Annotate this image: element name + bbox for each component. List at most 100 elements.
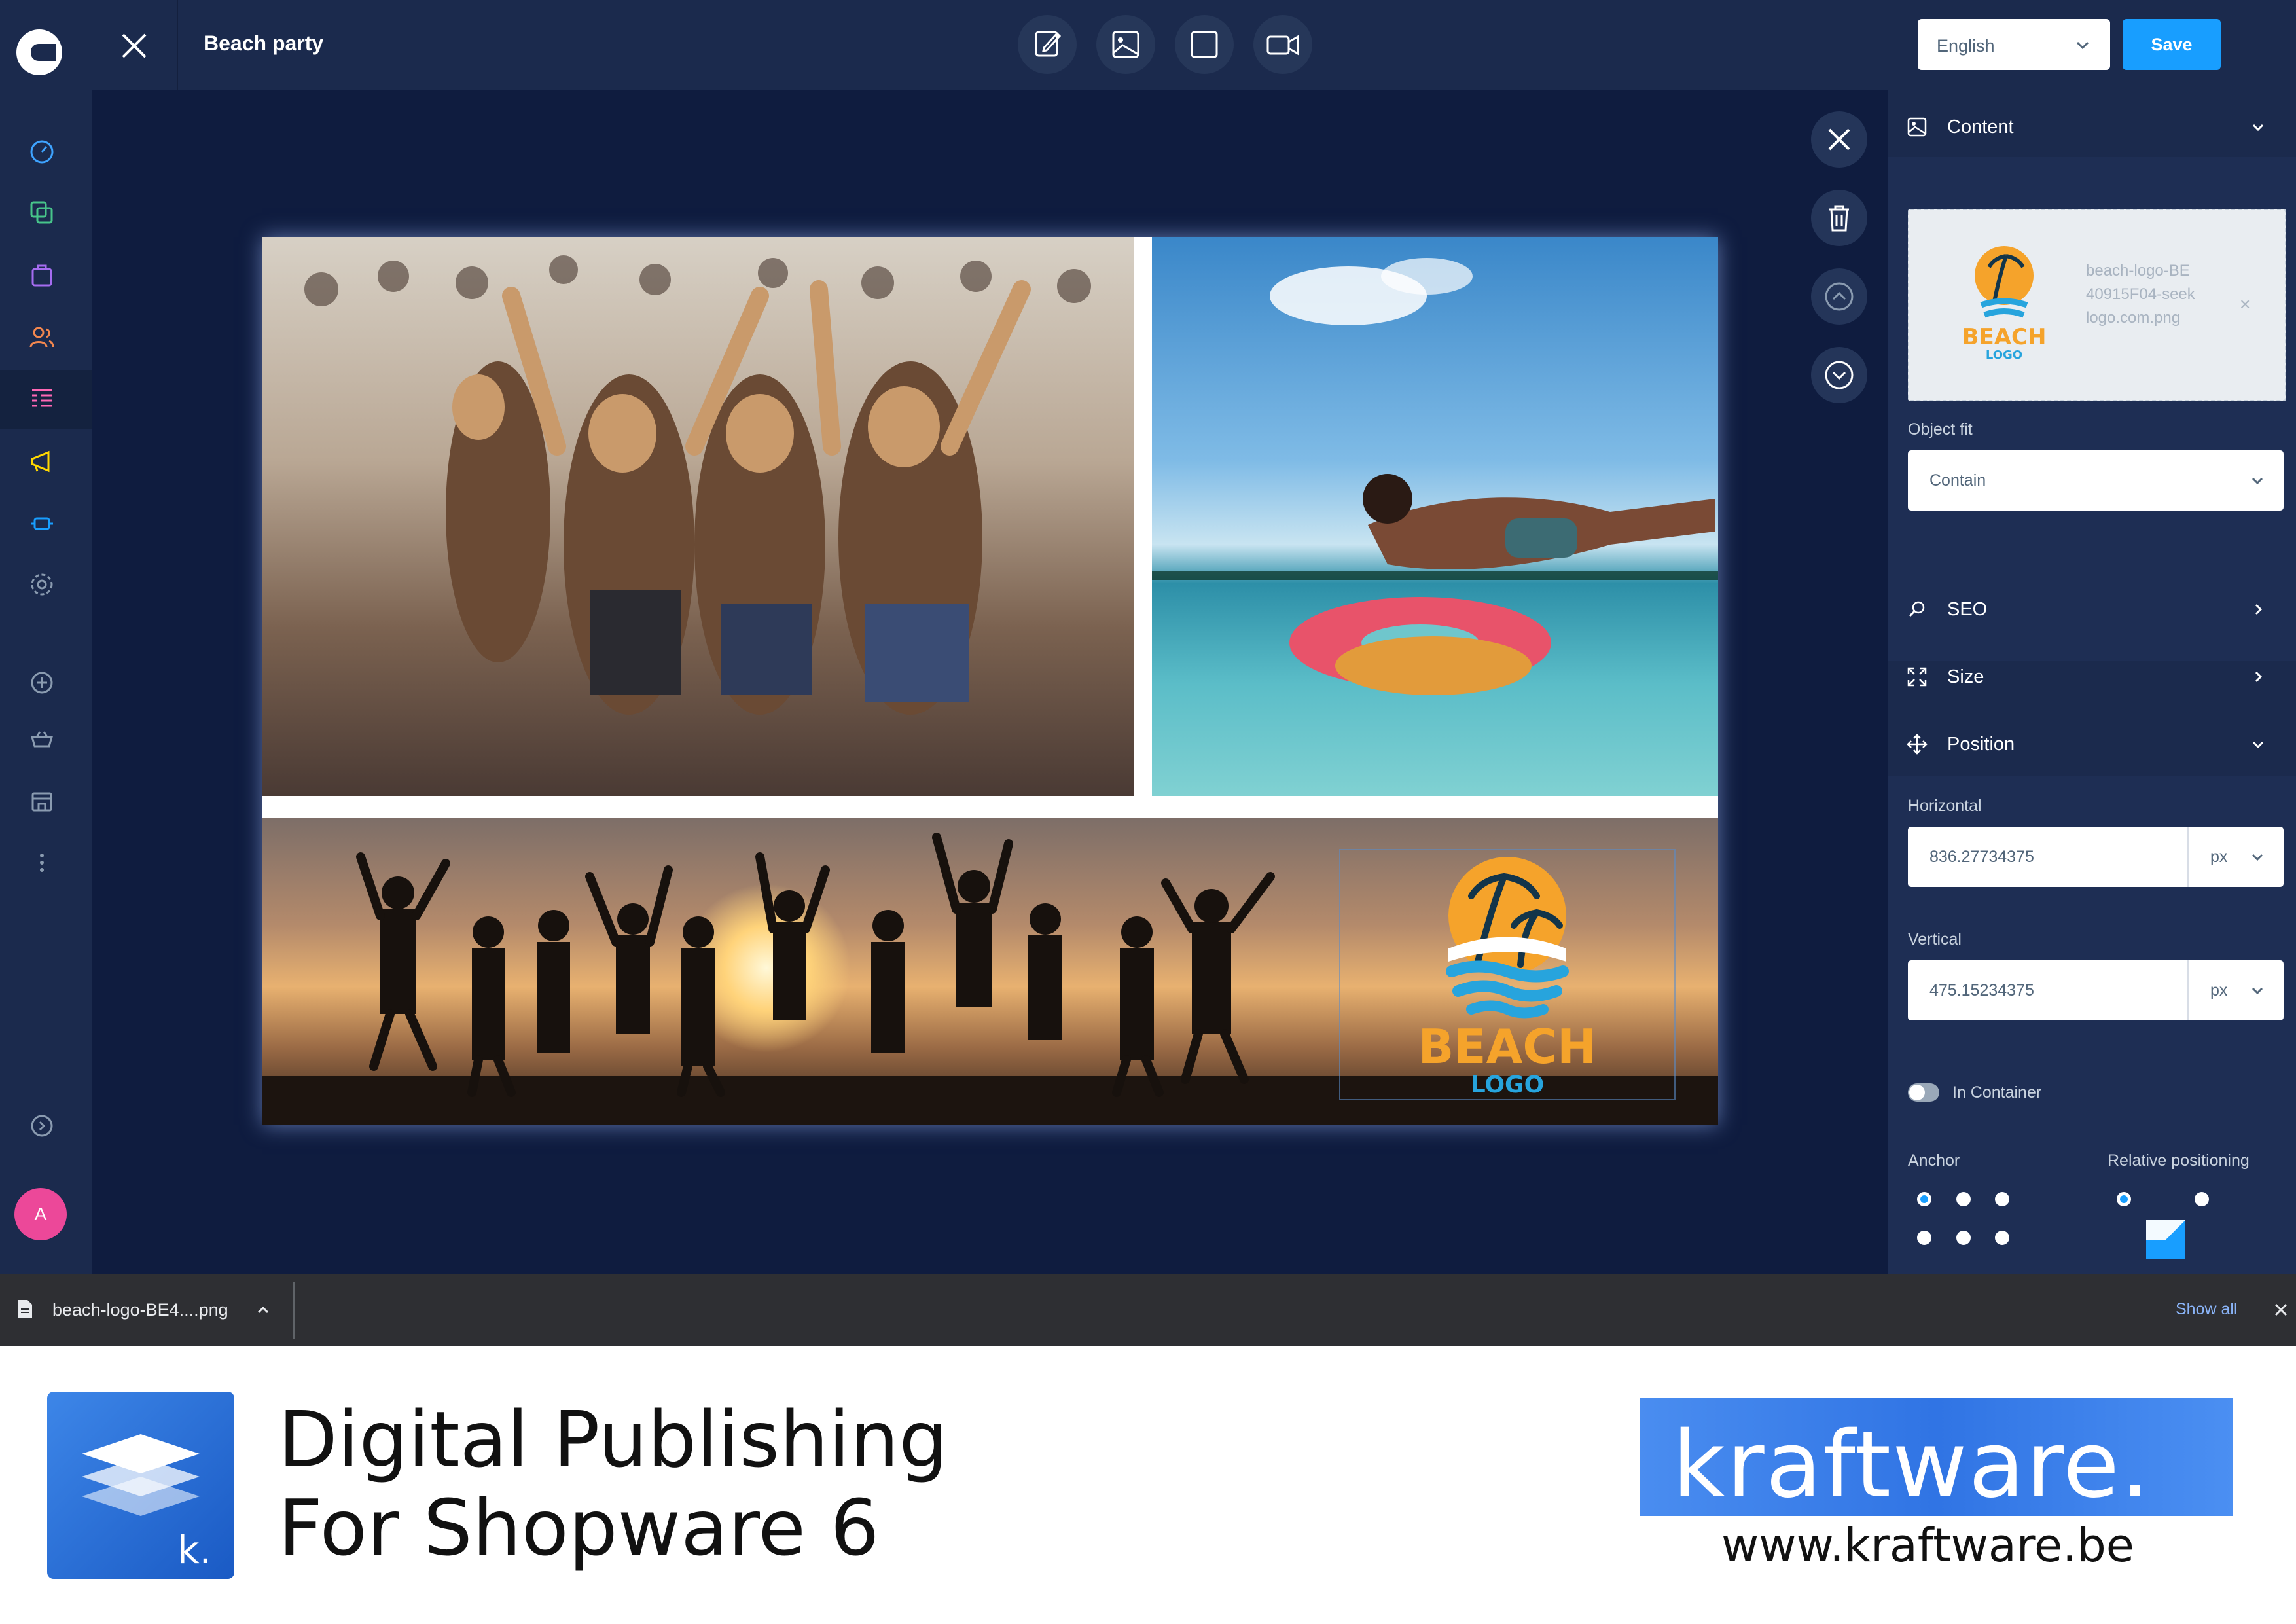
relative-position-preview — [2146, 1220, 2185, 1259]
design-canvas[interactable]: BEACH LOGO — [262, 237, 1718, 1125]
object-fit-select[interactable]: Contain — [1908, 450, 2284, 511]
image-icon — [1907, 117, 1927, 137]
content-section-header[interactable]: Content — [1907, 111, 2273, 144]
chevron-down-icon — [2076, 41, 2089, 50]
logo-subword: LOGO — [1471, 1072, 1544, 1098]
content-section-title: Content — [1947, 117, 2014, 137]
more-icon[interactable] — [29, 850, 55, 876]
in-container-toggle[interactable] — [1908, 1083, 1939, 1102]
remove-media-icon[interactable]: × — [2240, 294, 2250, 315]
topbar-divider — [177, 0, 178, 90]
vertical-label: Vertical — [1908, 930, 1962, 948]
anchor-middle-right[interactable] — [1995, 1231, 2009, 1245]
in-container-label: In Container — [1952, 1083, 2042, 1102]
relative-top-left[interactable] — [2117, 1192, 2131, 1206]
media-upload-preview[interactable]: BEACH LOGO beach-logo-BE40915F04-seeklog… — [1908, 209, 2286, 401]
beach-float-image[interactable] — [1152, 237, 1718, 796]
unit-divider — [2187, 827, 2189, 887]
marketing-icon[interactable] — [29, 448, 55, 475]
media-logo-word: BEACH — [1962, 324, 2047, 350]
logo-word: BEACH — [1418, 1019, 1597, 1074]
file-icon — [18, 1300, 32, 1318]
edit-tool-button[interactable] — [1018, 15, 1077, 74]
media-thumbnail: BEACH LOGO — [1962, 246, 2047, 362]
chevron-up-circle-icon — [1825, 282, 1854, 311]
dashboard-icon[interactable] — [29, 139, 55, 165]
relative-positioning-label: Relative positioning — [2108, 1151, 2250, 1170]
horizontal-input[interactable]: 836.27734375 px — [1908, 827, 2284, 887]
vertical-unit[interactable]: px — [2210, 981, 2227, 1000]
user-avatar[interactable]: A — [14, 1188, 67, 1240]
download-filename[interactable]: beach-logo-BE4....png — [52, 1300, 228, 1320]
size-section-title: Size — [1947, 666, 1984, 687]
media-filename: beach-logo-BE40915F04-seeklogo.com.png — [2086, 262, 2195, 327]
add-icon[interactable] — [29, 670, 55, 696]
close-selection-button[interactable] — [1811, 111, 1867, 168]
horizontal-value: 836.27734375 — [1929, 848, 2034, 866]
close-icon[interactable] — [2272, 1301, 2289, 1318]
properties-panel: Content BEACH LOGO beach-logo-BE40915F04… — [1888, 90, 2296, 1274]
chevron-down-icon — [2251, 987, 2263, 995]
orders-icon[interactable] — [29, 262, 55, 288]
image-tool-button[interactable] — [1096, 15, 1155, 74]
beach-logo-graphic: BEACH LOGO — [1418, 857, 1597, 1098]
beach-logo-element[interactable]: BEACH LOGO — [1339, 849, 1676, 1100]
chevron-down-icon — [2252, 124, 2264, 132]
content-icon[interactable] — [29, 386, 55, 412]
party-crowd-illustration — [304, 255, 1091, 715]
horizontal-unit[interactable]: px — [2210, 848, 2227, 867]
chevron-down-icon — [2251, 854, 2263, 861]
unit-divider — [2187, 960, 2189, 1020]
vertical-input[interactable]: 475.15234375 px — [1908, 960, 2284, 1020]
page-title: Beach party — [204, 31, 324, 55]
shopware-logo[interactable] — [16, 29, 62, 75]
layers-icon: k. — [82, 1434, 211, 1572]
anchor-top-left[interactable] — [1917, 1192, 1931, 1206]
sales-channel-basket-icon[interactable] — [29, 727, 55, 753]
trash-icon — [1829, 205, 1849, 232]
anchor-label: Anchor — [1908, 1151, 1960, 1170]
anchor-middle-left[interactable] — [1917, 1231, 1931, 1245]
settings-icon[interactable] — [29, 571, 55, 598]
position-section-header[interactable]: Position — [1907, 729, 2273, 761]
seo-section-header[interactable]: SEO — [1907, 594, 2273, 626]
beach-float-illustration — [1152, 258, 1718, 695]
banner-title-line2: For Shopware 6 — [278, 1483, 880, 1573]
relative-top-right[interactable] — [2195, 1192, 2209, 1206]
customers-icon[interactable] — [29, 324, 55, 350]
shape-tool-button[interactable] — [1175, 15, 1234, 74]
chevron-right-icon — [2255, 671, 2263, 683]
downloads-bar: beach-logo-BE4....png Show all — [0, 1274, 2296, 1346]
save-button[interactable]: Save — [2123, 19, 2221, 70]
anchor-top-center[interactable] — [1956, 1192, 1971, 1206]
anchor-middle-center[interactable] — [1956, 1231, 1971, 1245]
help-icon[interactable] — [29, 1113, 55, 1139]
close-editor-icon[interactable] — [118, 29, 151, 62]
close-icon — [1828, 128, 1850, 151]
anchor-top-right[interactable] — [1995, 1192, 2009, 1206]
send-backward-button[interactable] — [1811, 347, 1867, 403]
delete-element-button[interactable] — [1811, 190, 1867, 246]
move-icon — [1907, 734, 1928, 755]
media-logo-subword: LOGO — [1986, 348, 2022, 362]
party-crowd-image[interactable] — [262, 237, 1134, 796]
bring-forward-button[interactable] — [1811, 268, 1867, 325]
square-icon — [1191, 31, 1218, 58]
video-tool-button[interactable] — [1253, 15, 1312, 74]
catalogue-icon[interactable] — [29, 200, 55, 226]
seo-section-title: SEO — [1947, 599, 1988, 620]
video-icon — [1266, 35, 1299, 56]
chevron-down-icon — [2251, 477, 2263, 485]
size-section-header[interactable]: Size — [1907, 661, 2273, 694]
show-all-link[interactable]: Show all — [2176, 1300, 2238, 1319]
designer-app: A Beach party English Save BEACH LOGO Co… — [0, 0, 2296, 1274]
kraftware-brand: kraftware. — [1672, 1412, 2151, 1519]
chevron-up-icon[interactable] — [255, 1303, 271, 1318]
kraftware-wordmark: kraftware. — [1640, 1398, 2233, 1519]
horizontal-label: Horizontal — [1908, 797, 1982, 815]
storefront-icon[interactable] — [29, 788, 55, 814]
banner-title-line1: Digital Publishing — [278, 1394, 948, 1485]
language-select[interactable]: English — [1918, 19, 2110, 70]
tile-letter: k. — [177, 1528, 211, 1572]
extensions-icon[interactable] — [29, 511, 55, 537]
